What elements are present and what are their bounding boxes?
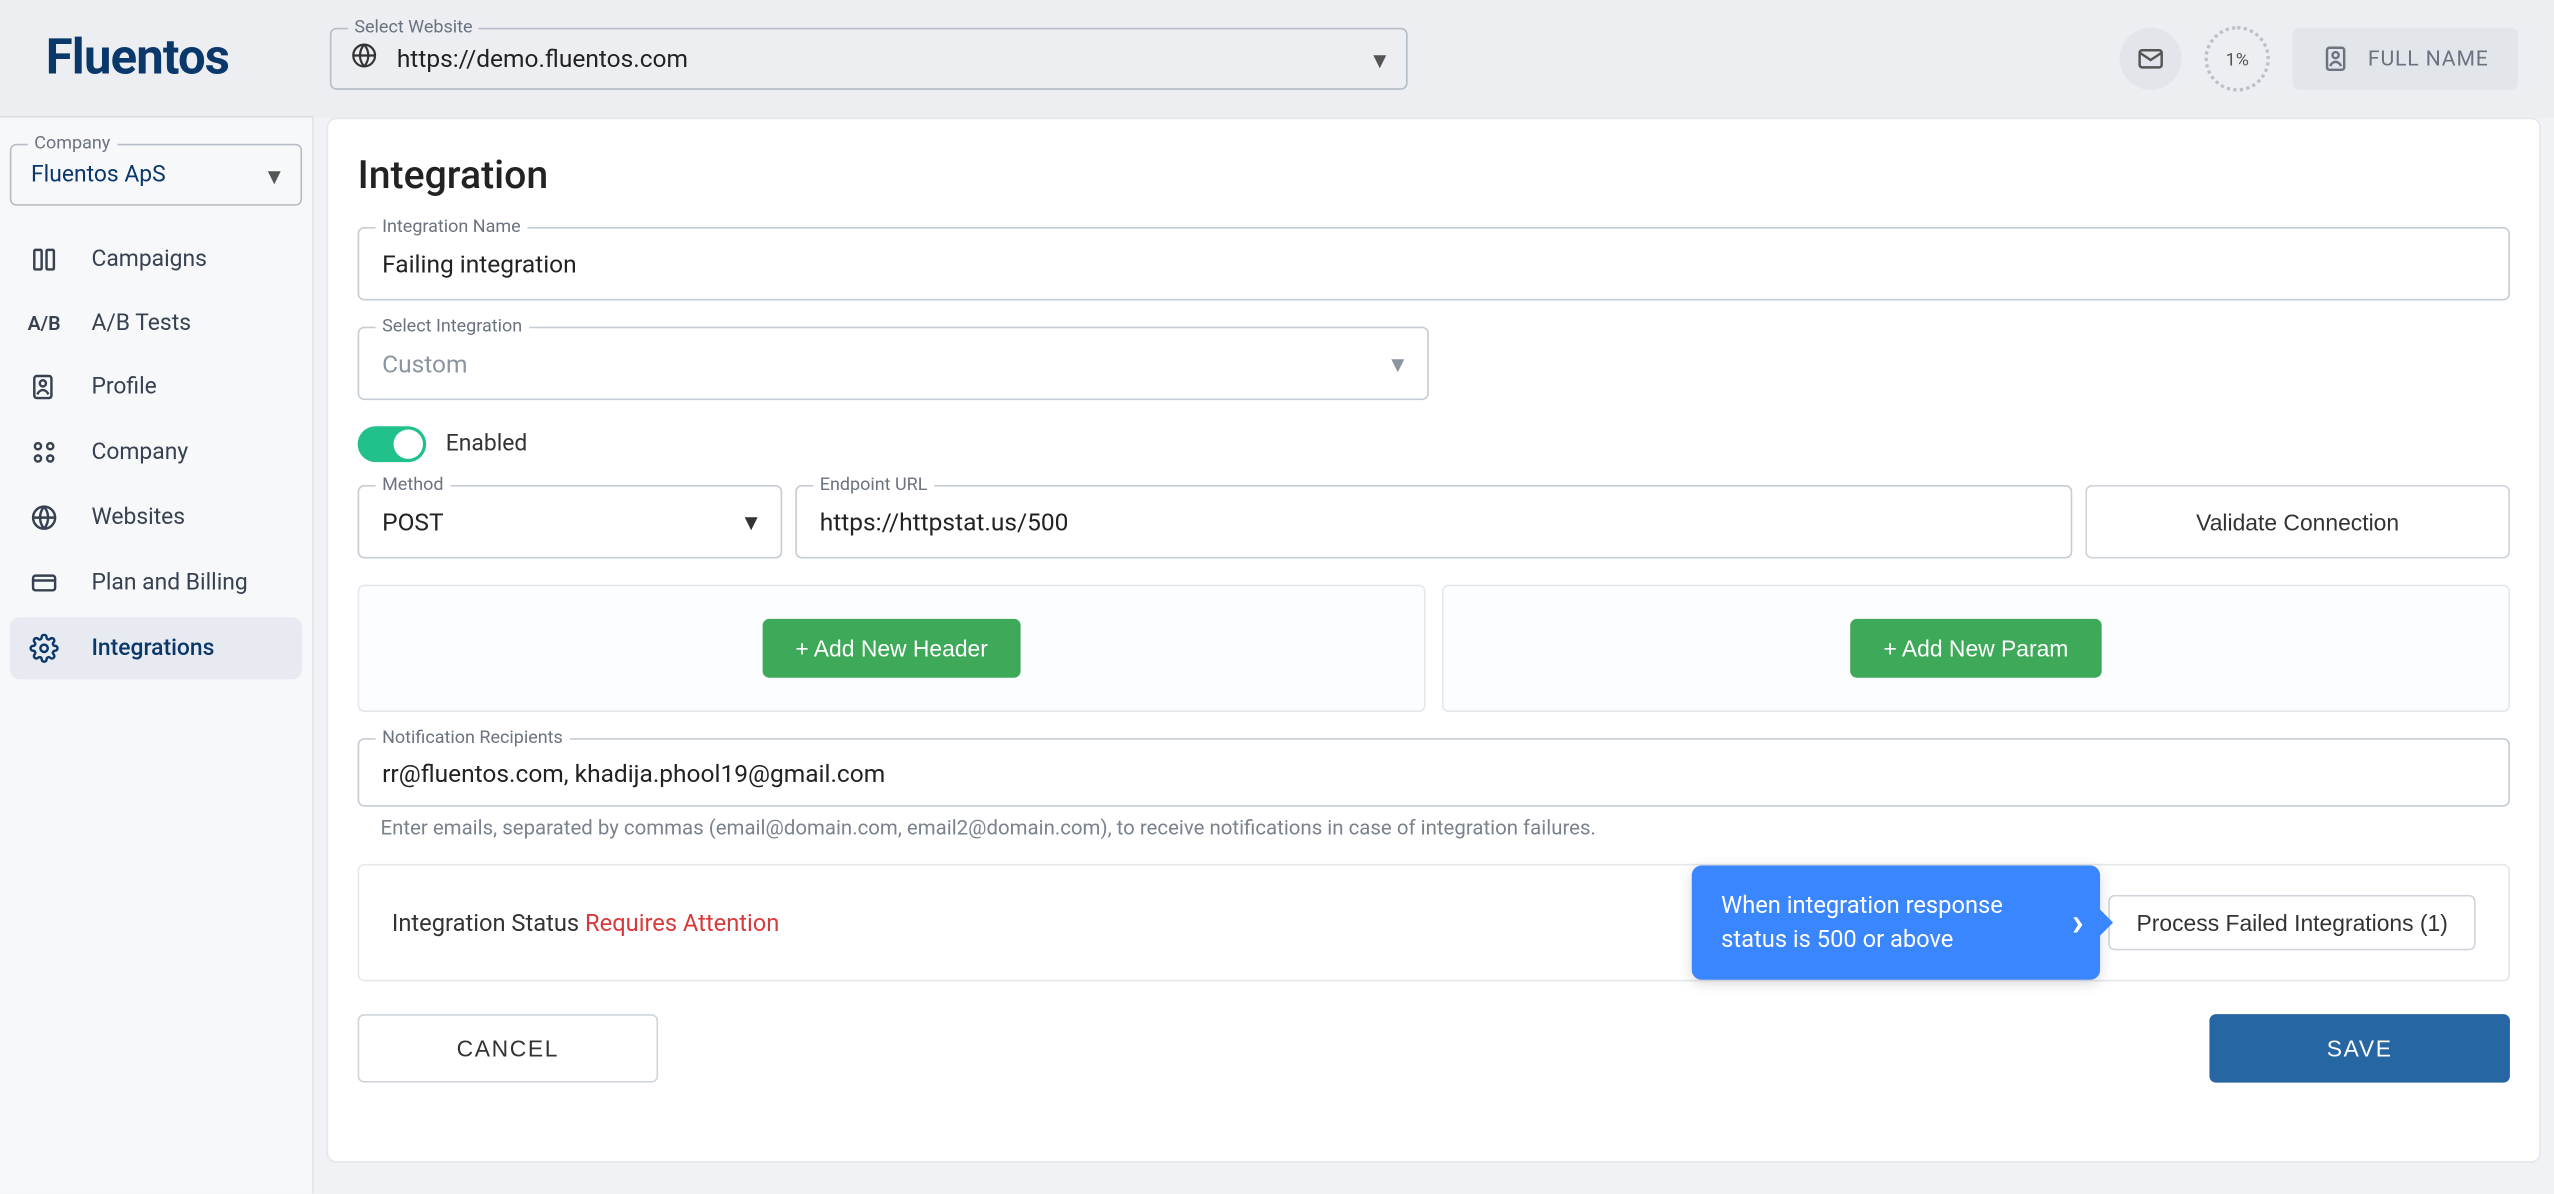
chevron-down-icon: ▾ (1373, 43, 1386, 74)
select-integration-field[interactable]: Select Integration Custom ▾ (358, 327, 1429, 400)
sidebar-item-websites[interactable]: Websites (10, 487, 302, 549)
recipients-hint: Enter emails, separated by commas (email… (358, 817, 2510, 841)
integration-card: Integration Integration Name Select Inte… (327, 118, 2541, 1163)
abtests-icon: A/B (26, 312, 62, 335)
status-box: Integration Status Requires Attention Wh… (358, 864, 2510, 982)
globe-icon (26, 503, 62, 532)
process-failed-button[interactable]: Process Failed Integrations (1) (2109, 895, 2476, 951)
add-param-button[interactable]: + Add New Param (1851, 619, 2101, 678)
enabled-toggle[interactable] (358, 426, 427, 462)
method-label: Method (376, 474, 450, 495)
chevron-down-icon: ▾ (1391, 348, 1404, 379)
cancel-button[interactable]: CANCEL (358, 1014, 658, 1083)
chevron-down-icon: ▾ (268, 159, 281, 190)
params-panel: + Add New Param (1442, 585, 2510, 712)
integration-name-label: Integration Name (376, 216, 528, 237)
topbar: Fluentos Select Website https://demo.flu… (0, 0, 2554, 118)
progress-ring[interactable]: 1% (2205, 26, 2270, 91)
company-icon (26, 438, 62, 467)
select-integration-label: Select Integration (376, 315, 529, 336)
website-select[interactable]: Select Website https://demo.fluentos.com… (330, 28, 1408, 90)
method-field[interactable]: Method POST ▾ (358, 485, 783, 558)
tooltip-text: When integration response status is 500 … (1721, 892, 2003, 954)
endpoint-field[interactable]: Endpoint URL (795, 485, 2072, 558)
sidebar-item-campaigns[interactable]: Campaigns (10, 229, 302, 291)
recipients-field[interactable]: Notification Recipients (358, 738, 2510, 807)
page-title: Integration (358, 152, 2510, 198)
profile-icon (26, 372, 62, 401)
integration-name-field[interactable]: Integration Name (358, 227, 2510, 300)
sidebar-item-label: Plan and Billing (91, 570, 247, 596)
endpoint-input[interactable] (820, 508, 2048, 537)
gear-icon (26, 634, 62, 663)
globe-icon (351, 42, 377, 75)
sidebar-item-label: Integrations (91, 635, 214, 661)
company-select-value: Fluentos ApS (31, 162, 166, 188)
sidebar-item-label: Profile (91, 374, 156, 400)
campaigns-icon (26, 245, 62, 274)
sidebar-item-integrations[interactable]: Integrations (10, 617, 302, 679)
method-value: POST (382, 507, 443, 536)
recipients-input[interactable] (382, 759, 2485, 788)
website-select-value: https://demo.fluentos.com (397, 44, 688, 73)
integration-name-input[interactable] (382, 250, 2485, 279)
sidebar: Company Fluentos ApS ▾ Campaigns A/B A/B… (0, 118, 314, 1194)
sidebar-item-label: Websites (91, 505, 185, 531)
chevron-down-icon: ▾ (745, 506, 758, 537)
mail-icon[interactable] (2120, 28, 2182, 90)
progress-value: 1% (2226, 48, 2249, 69)
select-integration-value: Custom (382, 349, 467, 378)
company-select[interactable]: Company Fluentos ApS ▾ (10, 144, 302, 206)
website-select-label: Select Website (348, 16, 479, 37)
sidebar-item-profile[interactable]: Profile (10, 356, 302, 418)
company-select-label: Company (28, 132, 117, 153)
tooltip-next-icon[interactable]: › (2072, 894, 2084, 951)
endpoint-label: Endpoint URL (813, 474, 934, 495)
recipients-label: Notification Recipients (376, 727, 570, 748)
sidebar-item-abtests[interactable]: A/B A/B Tests (10, 294, 302, 353)
headers-panel: + Add New Header (358, 585, 1426, 712)
status-label: Integration Status (392, 909, 579, 937)
save-button[interactable]: SAVE (2209, 1014, 2509, 1083)
validate-connection-button[interactable]: Validate Connection (2085, 485, 2510, 558)
add-header-button[interactable]: + Add New Header (763, 619, 1021, 678)
sidebar-item-label: Company (91, 439, 188, 465)
status-value: Requires Attention (585, 909, 779, 937)
user-chip[interactable]: FULL NAME (2293, 28, 2518, 90)
sidebar-item-billing[interactable]: Plan and Billing (10, 552, 302, 614)
sidebar-item-label: Campaigns (91, 247, 206, 273)
sidebar-item-label: A/B Tests (91, 310, 191, 336)
status-tooltip: When integration response status is 500 … (1692, 865, 2100, 979)
brand-logo: Fluentos (0, 0, 314, 118)
enabled-label: Enabled (446, 431, 527, 457)
user-name: FULL NAME (2368, 47, 2489, 71)
billing-icon (26, 568, 62, 597)
sidebar-item-company[interactable]: Company (10, 421, 302, 483)
